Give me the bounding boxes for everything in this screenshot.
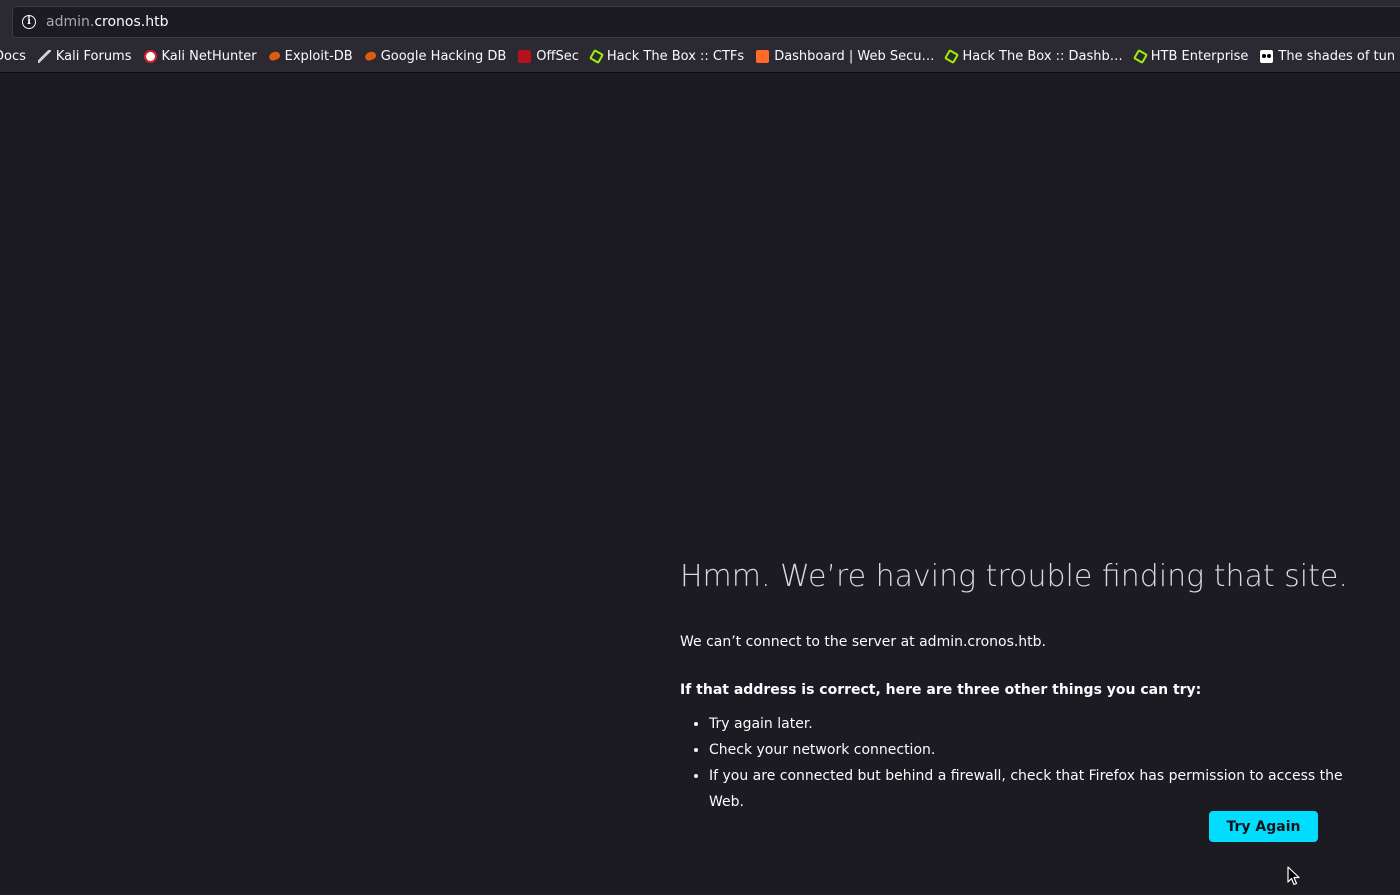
- bolt-icon: [756, 49, 770, 63]
- list-item: Check your network connection.: [709, 737, 1380, 763]
- bookmark-label: HTB Enterprise: [1150, 48, 1249, 64]
- error-title: Hmm. We’re having trouble finding that s…: [680, 559, 1348, 594]
- bookmark-label: Docs: [0, 48, 26, 64]
- offsec-icon: [518, 49, 532, 63]
- bookmark-kali-nethunter[interactable]: Kali NetHunter: [143, 45, 257, 67]
- medium-dots-icon: [1260, 49, 1274, 63]
- mouse-cursor-icon: [1287, 866, 1300, 886]
- error-description: We can’t connect to the server at admin.…: [680, 634, 1047, 650]
- bookmark-label: OffSec: [536, 48, 579, 64]
- bookmark-shades-of-tun[interactable]: The shades of tun: [1260, 45, 1395, 67]
- exploitdb-bug-icon: [267, 50, 281, 62]
- bookmark-htb-enterprise[interactable]: HTB Enterprise: [1132, 45, 1249, 67]
- error-content: Hmm. We’re having trouble finding that s…: [680, 556, 1380, 815]
- nethunter-icon: [143, 49, 157, 63]
- browser-toolbar: i admin.cronos.htb Docs Kali Forums Kali…: [0, 0, 1400, 73]
- bookmark-label: Google Hacking DB: [380, 48, 507, 64]
- bookmark-htb-dashboard[interactable]: Hack The Box :: Dashb…: [944, 45, 1123, 67]
- bookmark-exploit-db[interactable]: Exploit-DB: [267, 45, 353, 67]
- try-again-button[interactable]: Try Again: [1209, 811, 1318, 842]
- url-text[interactable]: admin.cronos.htb: [46, 14, 168, 31]
- bookmark-label: Kali Forums: [55, 48, 132, 64]
- list-item: Try again later.: [709, 711, 1380, 737]
- suggestions-heading: If that address is correct, here are thr…: [680, 682, 1202, 698]
- htb-cube-icon: [1132, 48, 1148, 64]
- bookmark-label: Kali NetHunter: [161, 48, 257, 64]
- bookmark-htb-ctfs[interactable]: Hack The Box :: CTFs: [588, 45, 745, 67]
- htb-cube-icon: [944, 48, 960, 64]
- list-item: If you are connected but behind a firewa…: [709, 763, 1380, 815]
- bookmark-label: Dashboard | Web Secu…: [774, 48, 935, 64]
- bookmark-offsec[interactable]: OffSec: [518, 45, 579, 67]
- url-domain: cronos.htb: [94, 14, 169, 30]
- bookmark-kali-forums[interactable]: Kali Forums: [37, 45, 132, 67]
- kali-dragon-icon: [37, 49, 51, 63]
- bookmark-google-hacking-db[interactable]: Google Hacking DB: [363, 45, 507, 67]
- suggestions-list: Try again later. Check your network conn…: [680, 711, 1380, 815]
- url-subdomain: admin.: [46, 14, 95, 30]
- exploitdb-bug-icon: [363, 50, 377, 62]
- bookmark-label: Exploit-DB: [284, 48, 353, 64]
- htb-cube-icon: [588, 48, 604, 64]
- bookmark-label: Hack The Box :: Dashb…: [962, 48, 1123, 64]
- bookmark-docs[interactable]: Docs: [0, 45, 26, 67]
- address-bar[interactable]: i admin.cronos.htb: [12, 6, 1400, 38]
- bookmarks-toolbar: Docs Kali Forums Kali NetHunter Exploit-…: [0, 45, 1400, 67]
- bookmark-label: The shades of tun: [1278, 48, 1396, 64]
- bookmark-label: Hack The Box :: CTFs: [606, 48, 745, 64]
- bookmark-dashboard-web-security[interactable]: Dashboard | Web Secu…: [756, 45, 934, 67]
- info-icon[interactable]: i: [22, 15, 36, 29]
